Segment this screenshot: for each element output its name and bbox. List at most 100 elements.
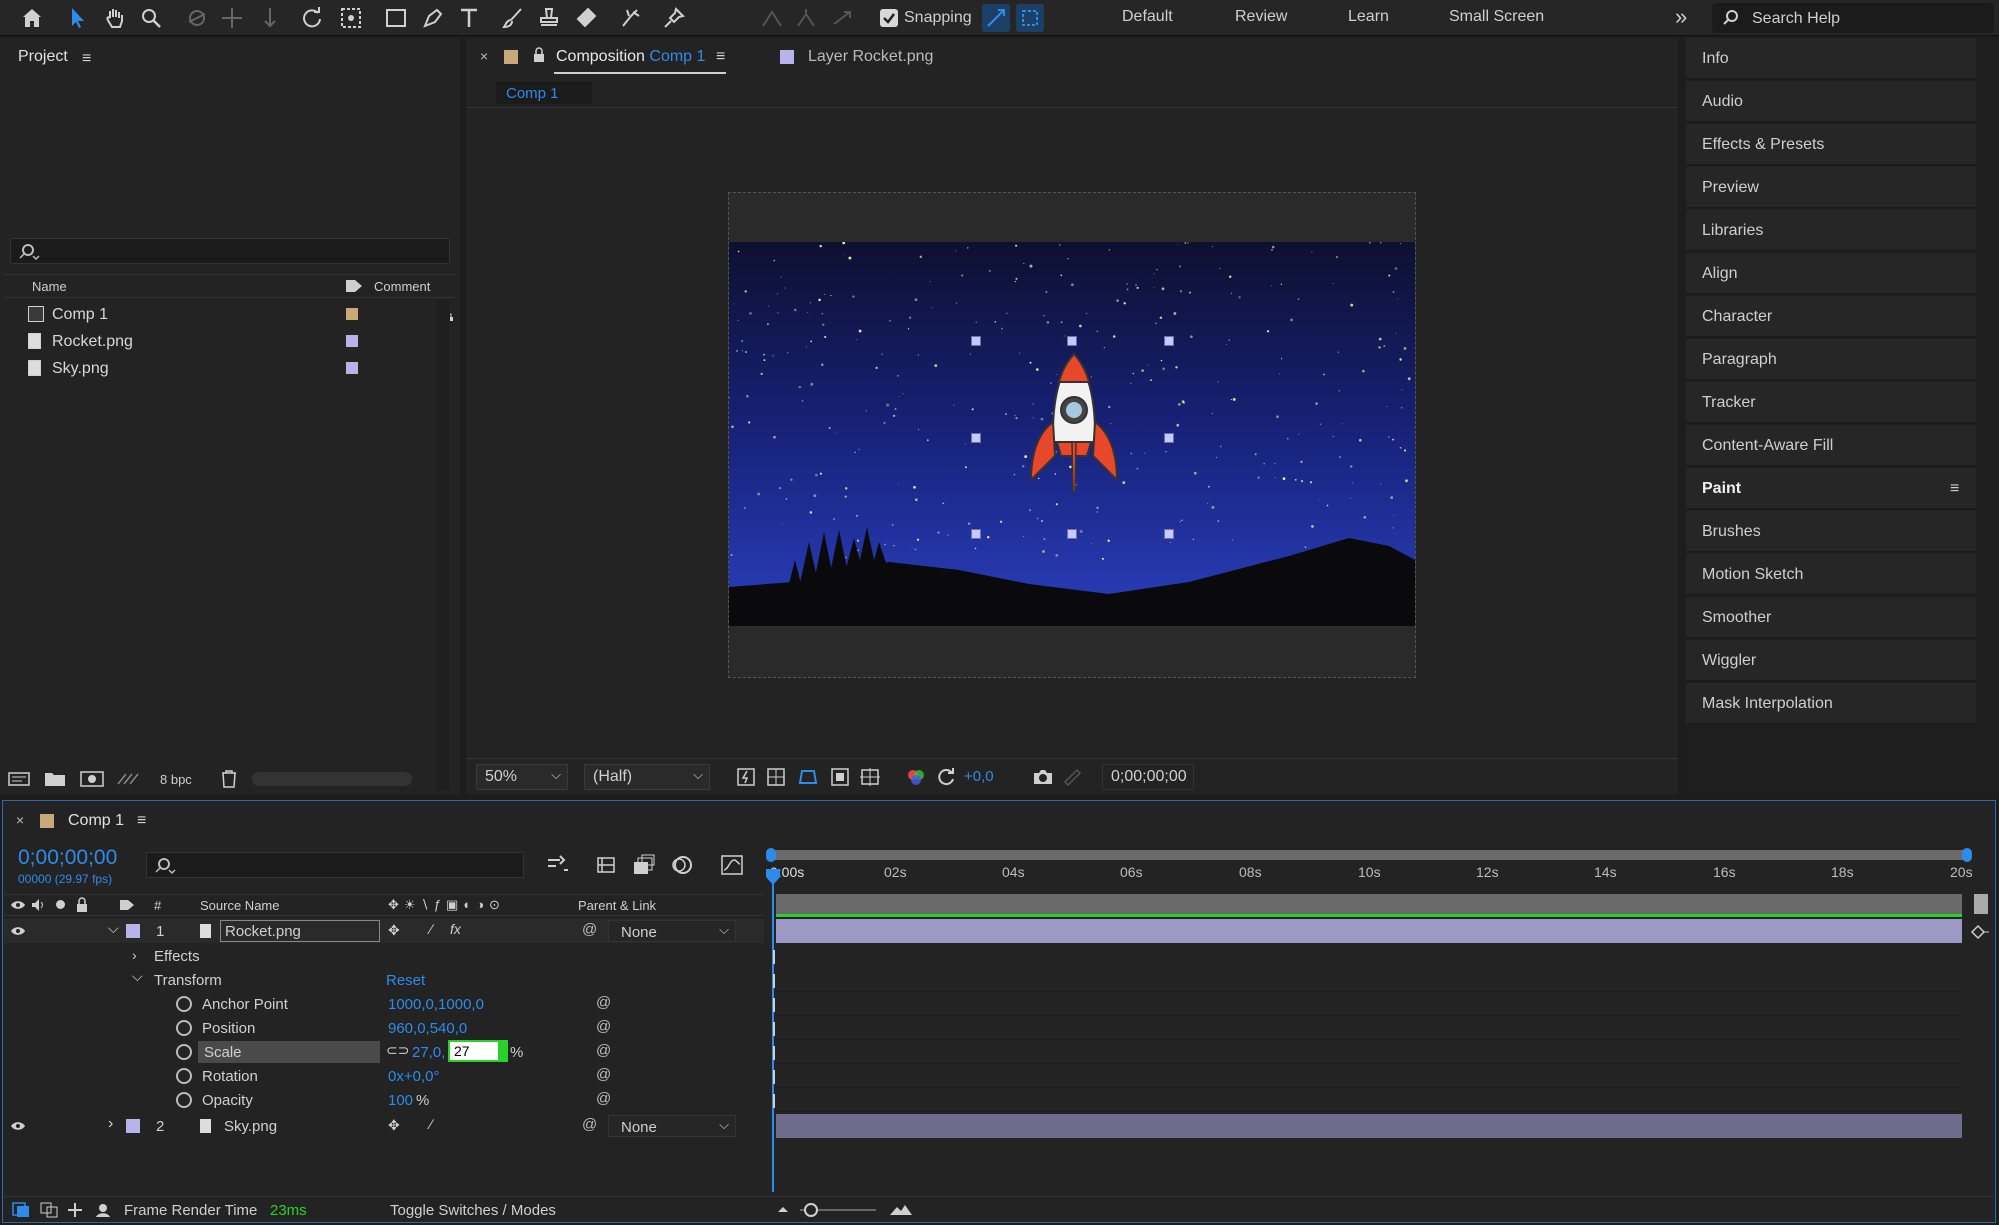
zoom-dropdown[interactable]: 50% ⌵ <box>476 764 568 790</box>
position-value[interactable]: 960,0,540,0 <box>388 1020 467 1037</box>
timeline-tab[interactable]: Comp 1 <box>68 812 124 830</box>
layer-row-1[interactable]: ⌵ 1 Rocket.png ✥ ∕ fx @ None ⌵ <box>4 919 764 943</box>
reset-exposure-icon[interactable] <box>936 767 956 787</box>
panel-smoother[interactable]: Smoother <box>1686 597 1976 638</box>
transform-group-row[interactable]: ⌵ Transform Reset <box>4 968 764 992</box>
layer-bar-rocket[interactable] <box>776 919 1962 943</box>
orbit-tool-icon[interactable] <box>183 4 211 32</box>
type-tool-icon[interactable] <box>455 4 483 32</box>
mask-visibility-icon[interactable] <box>798 767 818 787</box>
layer-label-swatch[interactable] <box>126 924 140 938</box>
draft-3d-icon[interactable] <box>594 854 618 876</box>
panel-paragraph[interactable]: Paragraph <box>1686 339 1976 380</box>
layer-bar-sky[interactable] <box>776 1114 1962 1138</box>
grid-guides-icon[interactable] <box>860 767 880 787</box>
work-area-end[interactable] <box>1962 848 1972 862</box>
layer-row-2[interactable]: › 2 Sky.png ✥ ∕ @ None ⌵ <box>4 1114 764 1138</box>
home-icon[interactable] <box>18 4 46 32</box>
opacity-value[interactable]: 100 <box>388 1092 413 1109</box>
anchor-point-row[interactable]: Anchor Point 1000,0,1000,0 @ <box>4 992 764 1016</box>
align-x-icon[interactable] <box>758 4 786 32</box>
hand-tool-icon[interactable] <box>101 4 129 32</box>
new-composition-icon[interactable] <box>80 770 104 788</box>
solo-header-icon[interactable] <box>56 900 65 909</box>
region-of-interest-icon[interactable] <box>830 767 850 787</box>
tab-composition[interactable]: Composition Comp 1 <box>556 48 705 66</box>
layer-name[interactable]: Rocket.png <box>220 920 380 942</box>
layer-label-swatch[interactable] <box>126 1119 140 1133</box>
parent-dropdown[interactable]: None ⌵ <box>608 920 736 942</box>
label-swatch[interactable] <box>346 308 358 320</box>
puppet-pin-tool-icon[interactable] <box>660 4 688 32</box>
snap-features-icon[interactable] <box>1016 4 1044 32</box>
rotate-tool-icon[interactable] <box>298 4 326 32</box>
workspace-learn[interactable]: Learn <box>1348 8 1389 26</box>
project-menu-icon[interactable]: ≡ <box>82 50 91 68</box>
collapse-switch-icon[interactable]: ✥ <box>388 922 400 939</box>
project-settings-icon[interactable] <box>116 770 140 788</box>
layer-end-icon[interactable] <box>1970 924 1990 940</box>
timeline-close-icon[interactable]: × <box>16 812 24 828</box>
constrain-proportions-icon[interactable]: ⊂⊃ <box>386 1042 409 1059</box>
position-row[interactable]: Position 960,0,540,0 @ <box>4 1016 764 1040</box>
workspace-small-screen[interactable]: Small Screen <box>1449 8 1544 26</box>
quality-switch-icon[interactable]: ∕ <box>430 921 432 937</box>
lock-icon[interactable] <box>532 47 546 63</box>
panel-character[interactable]: Character <box>1686 296 1976 337</box>
viewer-close-icon[interactable]: × <box>480 48 488 64</box>
transform-handle-bc[interactable] <box>1067 529 1077 539</box>
project-horizontal-scrollbar[interactable] <box>252 772 412 786</box>
project-item-comp-1[interactable]: Comp 1 <box>4 301 453 328</box>
transform-handle-tr[interactable] <box>1164 336 1174 346</box>
project-scrollbar[interactable] <box>436 300 450 790</box>
eraser-tool-icon[interactable] <box>572 4 600 32</box>
roto-brush-tool-icon[interactable] <box>617 4 645 32</box>
interpret-footage-icon[interactable] <box>8 770 30 788</box>
transform-handle-tl[interactable] <box>971 336 981 346</box>
comp-end-marker[interactable] <box>1974 894 1988 914</box>
project-search-input[interactable] <box>10 238 450 264</box>
brush-tool-icon[interactable] <box>499 4 527 32</box>
collapse-switch-icon[interactable]: ✥ <box>388 1117 400 1134</box>
snapshot-icon[interactable] <box>1032 767 1054 787</box>
parent-dropdown[interactable]: None ⌵ <box>608 1115 736 1137</box>
workspace-default[interactable]: Default <box>1122 8 1173 26</box>
chevron-down-icon[interactable]: ⌵ <box>108 920 119 937</box>
pickwhip-icon[interactable]: @ <box>596 1042 611 1059</box>
pickwhip-icon[interactable]: @ <box>596 994 611 1011</box>
project-item-rocket[interactable]: Rocket.png <box>4 328 430 355</box>
snap-edges-icon[interactable] <box>982 4 1010 32</box>
opacity-row[interactable]: Opacity 100 % @ <box>4 1088 764 1112</box>
align-z-icon[interactable] <box>828 4 856 32</box>
tab-layer[interactable]: Layer Rocket.png <box>808 48 933 66</box>
parent-link-header[interactable]: Parent & Link <box>578 898 656 913</box>
breadcrumb[interactable]: Comp 1 <box>496 82 592 104</box>
panel-brushes[interactable]: Brushes <box>1686 511 1976 552</box>
stopwatch-icon[interactable] <box>176 1092 192 1108</box>
selection-tool-icon[interactable] <box>64 4 92 32</box>
anchor-point-value[interactable]: 1000,0,1000,0 <box>388 996 484 1013</box>
transform-handle-bl[interactable] <box>971 529 981 539</box>
label-column-icon[interactable] <box>344 278 364 294</box>
stopwatch-icon[interactable] <box>176 996 192 1012</box>
panel-align[interactable]: Align <box>1686 253 1976 294</box>
panel-effects-presets[interactable]: Effects & Presets <box>1686 124 1976 165</box>
timeline-timecode[interactable]: 0;00;00;00 <box>18 846 117 870</box>
eye-icon[interactable] <box>10 925 26 937</box>
work-area-start[interactable] <box>766 848 776 862</box>
scale-edit-field[interactable]: 27 <box>448 1040 508 1062</box>
workspace-overflow-button[interactable]: » <box>1675 4 1687 30</box>
anchor-point-tool-icon[interactable] <box>337 4 365 32</box>
workspace-review[interactable]: Review <box>1235 8 1287 26</box>
panel-motion-sketch[interactable]: Motion Sketch <box>1686 554 1976 595</box>
project-column-comment[interactable]: Comment <box>374 279 430 294</box>
panel-content-aware-fill[interactable]: Content-Aware Fill <box>1686 425 1976 466</box>
quality-switch-icon[interactable]: ∕ <box>430 1116 432 1132</box>
pen-tool-icon[interactable] <box>419 4 447 32</box>
panel-preview[interactable]: Preview <box>1686 167 1976 208</box>
pickwhip-icon[interactable]: @ <box>596 1090 611 1107</box>
transform-handle-br[interactable] <box>1164 529 1174 539</box>
audio-header-icon[interactable] <box>30 898 46 912</box>
layer-name[interactable]: Sky.png <box>224 1118 277 1135</box>
chevron-down-icon[interactable]: ⌵ <box>132 968 143 985</box>
